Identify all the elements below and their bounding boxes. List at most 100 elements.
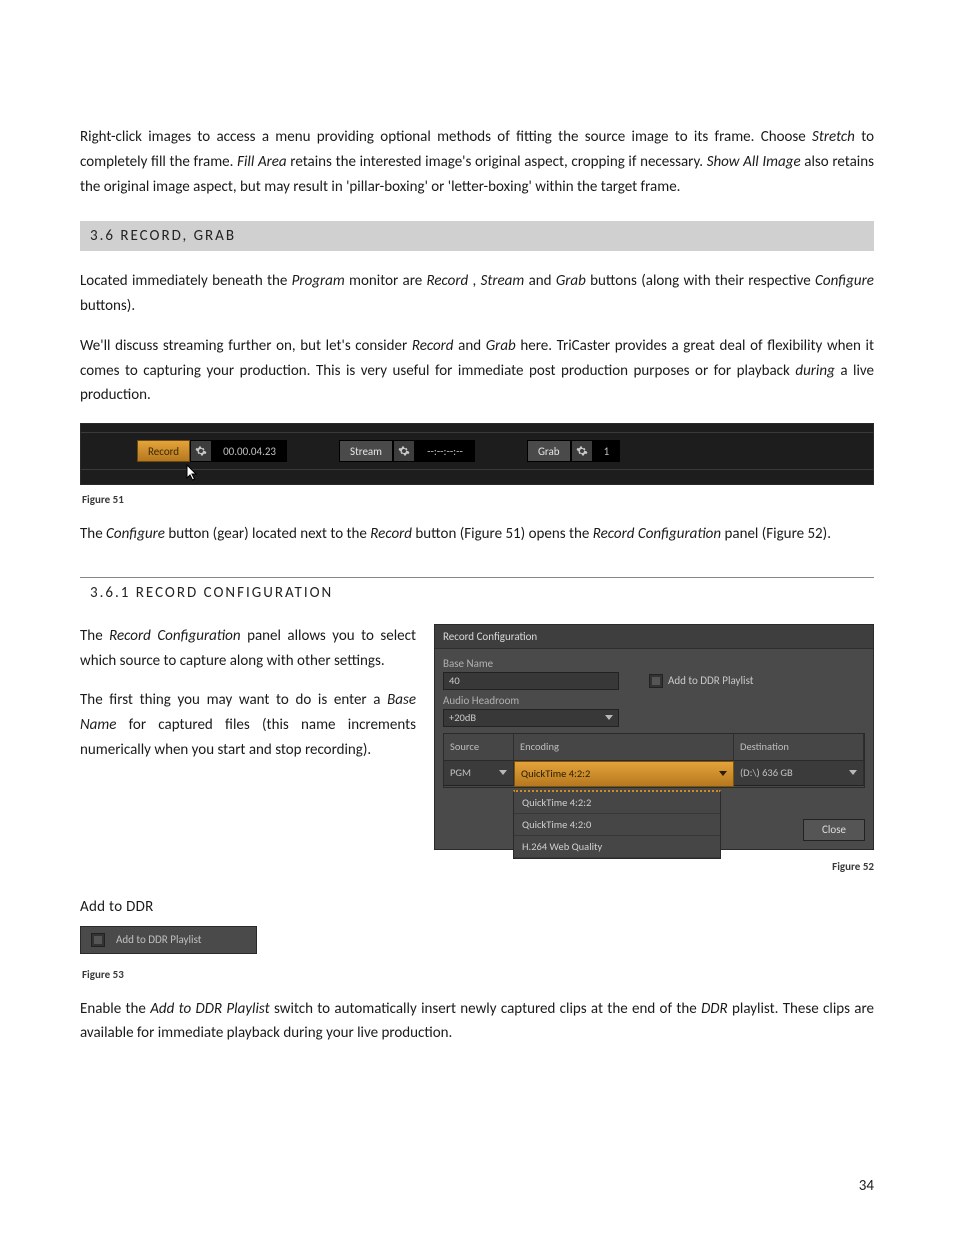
record-button[interactable]: Record	[137, 440, 190, 462]
term-record: Record	[412, 337, 454, 355]
gear-icon	[195, 445, 207, 457]
term-configure: Configure	[815, 272, 874, 290]
text: The	[80, 627, 109, 645]
table-row: PGM QuickTime 4:2:2 (D:\) 636 GB	[444, 761, 864, 787]
audio-headroom-value: +20dB	[449, 711, 476, 724]
term-add-to-ddr-playlist: Add to DDR Playlist	[150, 1000, 269, 1018]
text: button (gear) located next to the	[168, 525, 370, 543]
chevron-down-icon	[849, 770, 857, 775]
term-program: Program	[292, 272, 345, 290]
encoding-select[interactable]: QuickTime 4:2:2	[514, 761, 734, 787]
text: Enable the	[80, 1000, 150, 1018]
base-name-input[interactable]: 40	[443, 672, 619, 690]
gear-icon	[576, 445, 588, 457]
audio-headroom-select[interactable]: +20dB	[443, 709, 619, 727]
term-record-configuration: Record Configuration	[593, 525, 721, 543]
paragraph-streaming: We'll discuss streaming further on, but …	[80, 334, 874, 408]
panel-title: Record Configuration	[435, 625, 873, 649]
col-encoding: Encoding	[514, 734, 734, 761]
two-column-layout: Record Configuration Base Name 40 Add to…	[80, 624, 874, 877]
text: buttons).	[80, 297, 135, 315]
text: and	[458, 337, 486, 355]
text: and	[529, 272, 556, 290]
text: We'll discuss streaming further on, but …	[80, 337, 412, 355]
figure-52-wrap: Record Configuration Base Name 40 Add to…	[434, 624, 874, 873]
stream-time-readout: --:--:--:--	[415, 440, 475, 462]
term-configure: Configure	[106, 525, 165, 543]
text: button (Figure 51) opens the	[415, 525, 592, 543]
paragraph-base-name: The first thing you may want to do is en…	[80, 688, 420, 762]
grab-button[interactable]: Grab	[527, 440, 571, 462]
destination-select[interactable]: (D:\) 636 GB	[734, 761, 864, 786]
text: The	[80, 525, 106, 543]
paragraph-record-config: The Record Configuration panel allows yo…	[80, 624, 420, 674]
capture-table: Source Encoding Destination PGM QuickTim…	[443, 733, 865, 788]
record-configure-button[interactable]	[190, 440, 212, 462]
term-show-all-image: Show All Image	[707, 153, 801, 171]
add-to-ddr-label: Add to DDR Playlist	[116, 933, 201, 946]
paragraph-program-monitor: Located immediately beneath the Program …	[80, 269, 874, 319]
intro-paragraph: Right-click images to access a menu prov…	[80, 125, 874, 199]
dropdown-option[interactable]: QuickTime 4:2:2	[514, 792, 720, 814]
destination-value: (D:\) 636 GB	[740, 766, 793, 779]
page-number: 34	[859, 1177, 874, 1195]
figure-53-caption: Figure 53	[82, 968, 874, 981]
record-group: Record 00.00.04.23	[137, 439, 287, 463]
paragraph-add-ddr: Enable the Add to DDR Playlist switch to…	[80, 997, 874, 1047]
term-ddr: DDR	[701, 1000, 728, 1018]
page: Right-click images to access a menu prov…	[0, 0, 954, 1235]
text: Right-click images to access a menu prov…	[80, 128, 812, 146]
record-time-readout: 00.00.04.23	[212, 440, 287, 462]
text: buttons (along with their respective	[590, 272, 815, 290]
text: for captured files (this name increments…	[80, 716, 416, 759]
source-select[interactable]: PGM	[444, 761, 514, 786]
text: The first thing you may want to do is en…	[80, 691, 387, 709]
record-configuration-panel: Record Configuration Base Name 40 Add to…	[434, 624, 874, 850]
base-name-value: 40	[449, 674, 460, 687]
col-source: Source	[444, 734, 514, 761]
base-name-label: Base Name	[443, 655, 865, 672]
add-to-ddr-label: Add to DDR Playlist	[668, 674, 753, 687]
term-stream: Stream	[481, 272, 525, 290]
chevron-down-icon	[719, 771, 727, 776]
term-stretch: Stretch	[812, 128, 855, 146]
encoding-value: QuickTime 4:2:2	[521, 767, 590, 780]
add-to-ddr-checkbox[interactable]	[649, 674, 663, 688]
stream-group: Stream --:--:--:--	[339, 439, 475, 463]
text: monitor are	[349, 272, 427, 290]
grab-configure-button[interactable]	[571, 440, 593, 462]
table-header: Source Encoding Destination	[444, 734, 864, 761]
figure-51-caption: Figure 51	[82, 493, 874, 506]
source-value: PGM	[450, 766, 471, 779]
gear-icon	[398, 445, 410, 457]
text: ,	[473, 272, 481, 290]
text: panel (Figure 52).	[725, 525, 832, 543]
figure-51: Record 00.00.04.23 Stream --:--:--:-- Gr…	[80, 423, 874, 485]
term-record: Record	[370, 525, 412, 543]
toolbar: Record 00.00.04.23 Stream --:--:--:-- Gr…	[81, 432, 873, 470]
term-record-configuration: Record Configuration	[109, 627, 240, 645]
text: switch to automatically insert newly cap…	[274, 1000, 701, 1018]
term-fill-area: Fill Area	[237, 153, 287, 171]
add-to-ddr-checkbox[interactable]	[91, 933, 105, 947]
term-record: Record	[427, 272, 469, 290]
heading-3-6-1: 3.6.1 RECORD CONFIGURATION	[80, 577, 874, 608]
grab-group: Grab 1	[527, 439, 620, 463]
add-to-ddr-heading: Add to DDR	[80, 895, 874, 920]
term-grab: Grab	[486, 337, 516, 355]
text: retains the interested image's original …	[290, 153, 706, 171]
stream-configure-button[interactable]	[393, 440, 415, 462]
term-during: during	[795, 362, 834, 380]
figure-53: Add to DDR Playlist	[80, 926, 257, 954]
figure-52-caption: Figure 52	[434, 860, 874, 873]
paragraph-configure-button: The Configure button (gear) located next…	[80, 522, 874, 547]
grab-count-readout: 1	[593, 440, 621, 462]
col-destination: Destination	[734, 734, 864, 761]
close-button[interactable]: Close	[803, 819, 865, 841]
audio-headroom-label: Audio Headroom	[443, 692, 865, 709]
left-text-column: The Record Configuration panel allows yo…	[80, 624, 420, 763]
text: Located immediately beneath the	[80, 272, 292, 290]
term-grab: Grab	[556, 272, 586, 290]
chevron-down-icon	[605, 715, 613, 720]
stream-button[interactable]: Stream	[339, 440, 393, 462]
